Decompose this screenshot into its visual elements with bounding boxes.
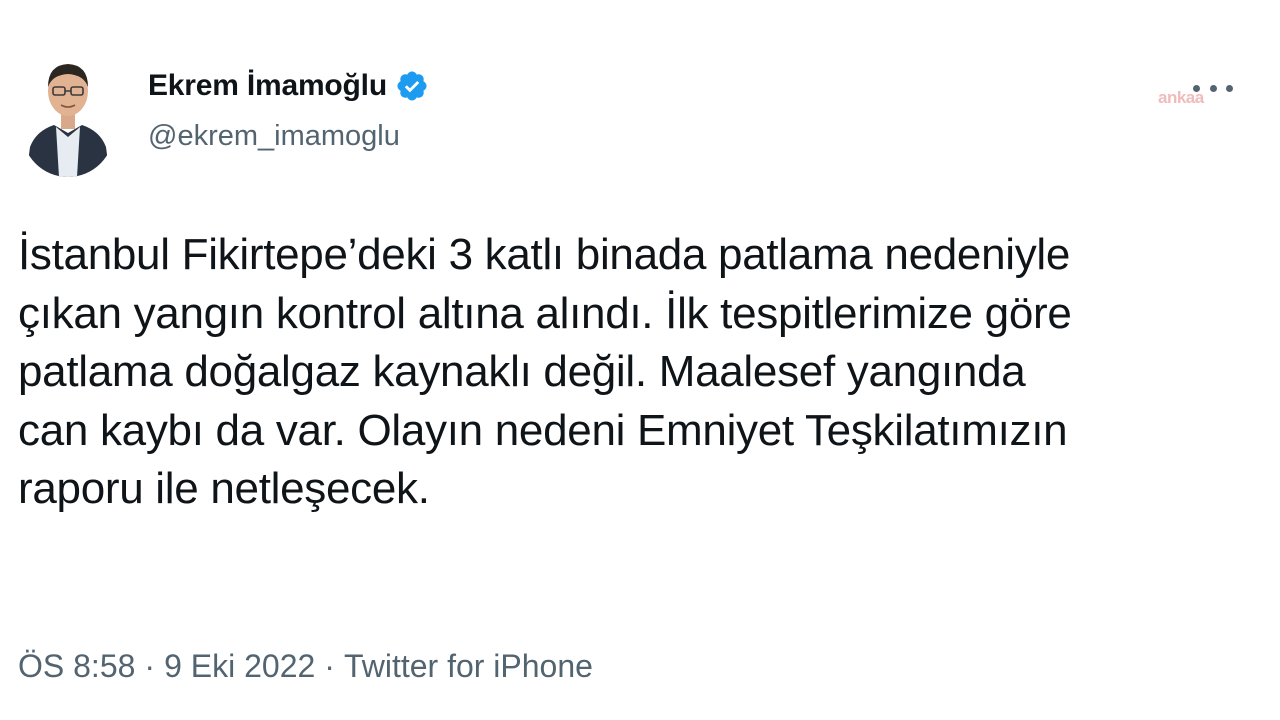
more-dot xyxy=(1193,84,1200,92)
tweet-meta: ÖS 8:58 · 9 Eki 2022 · Twitter for iPhon… xyxy=(18,648,593,685)
meta-separator: · xyxy=(144,648,156,684)
meta-separator: · xyxy=(324,648,335,684)
tweet-card: Ekrem İmamoğlu @ekrem_imamoglu ankaa İst… xyxy=(0,0,1280,720)
author-handle[interactable]: @ekrem_imamoglu xyxy=(148,120,400,153)
author-name-row: Ekrem İmamoğlu xyxy=(148,64,429,108)
tweet-time[interactable]: ÖS 8:58 xyxy=(18,648,135,685)
tweet-text: İstanbul Fikirtepe’deki 3 katlı binada p… xyxy=(18,230,1072,513)
avatar-image xyxy=(22,47,114,177)
verified-badge-icon xyxy=(395,69,429,103)
tweet-source[interactable]: Twitter for iPhone xyxy=(344,648,593,685)
more-horizontal-icon[interactable] xyxy=(1193,76,1233,100)
avatar[interactable] xyxy=(22,47,114,177)
more-dot xyxy=(1226,84,1233,92)
author-display-name[interactable]: Ekrem İmamoğlu xyxy=(148,69,387,103)
tweet-date[interactable]: 9 Eki 2022 xyxy=(164,648,315,685)
more-dot xyxy=(1209,84,1217,92)
